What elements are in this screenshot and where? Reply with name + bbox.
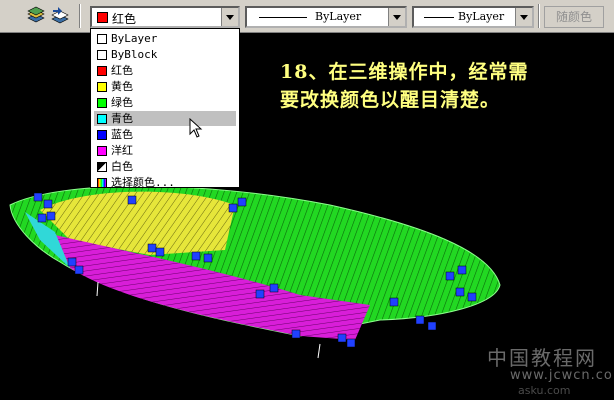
- watermark-url: www.jcwcn.com: [510, 368, 614, 383]
- color-option-magenta[interactable]: 洋红: [94, 143, 236, 158]
- color-option-yellow[interactable]: 黄色: [94, 79, 236, 94]
- palette-icon: [97, 178, 107, 188]
- tutorial-caption: 18、在三维操作中，经常需 要改换颜色以醒目清楚。: [280, 58, 528, 114]
- mouse-cursor-icon: [189, 118, 203, 138]
- color-swatch: [97, 50, 107, 60]
- color-option-byblock[interactable]: ByBlock: [94, 47, 236, 62]
- color-option-bylayer[interactable]: ByLayer: [94, 31, 236, 46]
- color-option-cyan[interactable]: 青色: [94, 111, 236, 126]
- color-swatch: [97, 146, 107, 156]
- color-option-red[interactable]: 红色: [94, 63, 236, 78]
- color-swatch: [97, 66, 107, 76]
- color-swatch: [97, 114, 107, 124]
- color-swatch: [97, 98, 107, 108]
- color-option-green[interactable]: 绿色: [94, 95, 236, 110]
- color-swatch: [97, 162, 107, 172]
- color-option-white[interactable]: 白色: [94, 159, 236, 174]
- watermark-logo-text: 中国教程网: [487, 346, 597, 370]
- watermark-sub: asku.com: [518, 384, 571, 397]
- color-swatch: [97, 130, 107, 140]
- caption-line: 要改换颜色以醒目清楚。: [280, 89, 501, 111]
- color-option-blue[interactable]: 蓝色: [94, 127, 236, 142]
- color-dropdown-list: ByLayer ByBlock 红色 黄色 绿色 青色 蓝色 洋红 白色 选择颜…: [90, 28, 240, 190]
- color-option-select-color[interactable]: 选择颜色...: [94, 175, 236, 190]
- caption-line: 18、在三维操作中，经常需: [280, 61, 529, 83]
- color-swatch: [97, 82, 107, 92]
- color-swatch: [97, 34, 107, 44]
